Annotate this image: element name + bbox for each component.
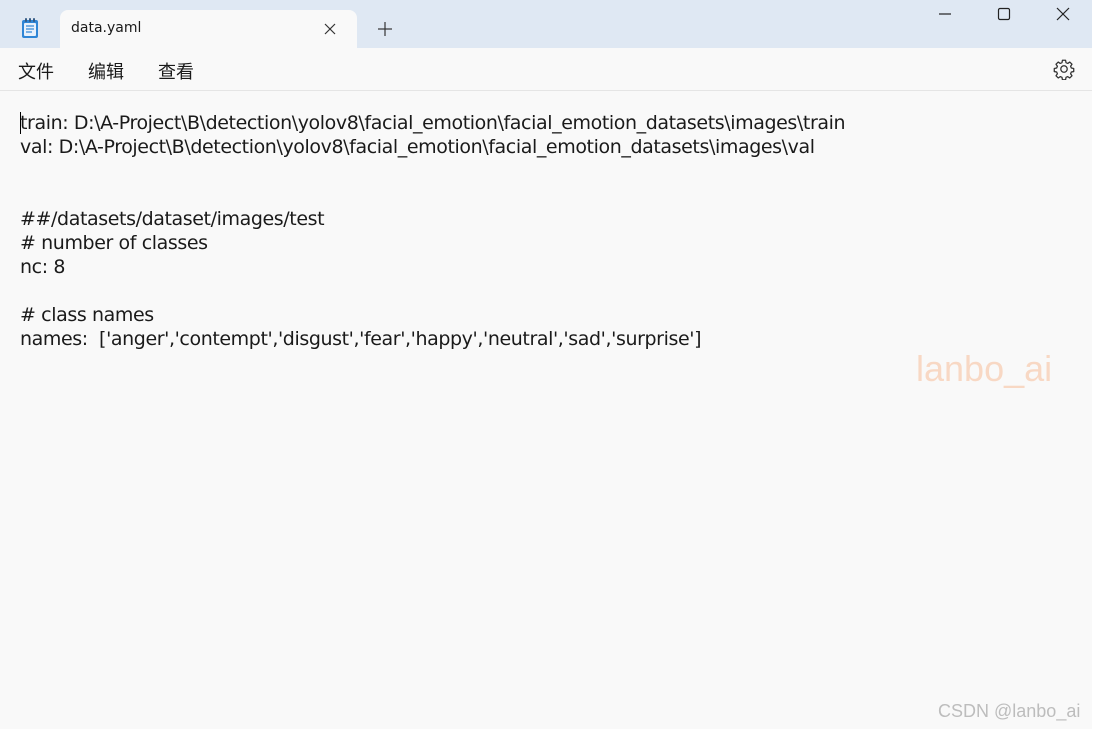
close-window-button[interactable] [1034,0,1092,32]
title-bar[interactable]: data.yaml [0,0,1094,48]
tab-title: data.yaml [71,20,142,36]
menu-file[interactable]: 文件 [18,58,54,84]
text-editor[interactable]: train: D:\A-Project\B\detection\yolov8\f… [0,91,1094,729]
minimize-icon [938,7,952,26]
maximize-button[interactable] [975,0,1033,32]
plus-icon[interactable] [376,20,394,38]
editor-line: names: ['anger','contempt','disgust','fe… [20,328,702,350]
menu-edit[interactable]: 编辑 [88,58,124,84]
menu-view[interactable]: 查看 [158,58,194,84]
minimize-button[interactable] [916,0,974,32]
editor-line: nc: 8 [20,256,66,278]
text-caret [20,112,21,134]
watermark-text: lanbo_ai [916,348,1053,389]
close-icon[interactable] [322,21,338,37]
maximize-icon [997,7,1011,26]
footer-watermark: CSDN @lanbo_ai [938,701,1081,721]
notepad-icon [20,17,40,39]
gear-icon[interactable] [1053,58,1075,81]
notepad-window: data.yaml 文件 编辑 查看 train: D:\A-Project\B… [0,0,1094,729]
editor-line: # number of classes [20,232,208,254]
editor-line: val: D:\A-Project\B\detection\yolov8\fac… [20,136,815,158]
editor-line: # class names [20,304,154,326]
tab-data-yaml[interactable]: data.yaml [60,10,357,48]
close-icon [1056,7,1070,26]
editor-line: ##/datasets/dataset/images/test [20,208,325,230]
editor-line: train: D:\A-Project\B\detection\yolov8\f… [20,112,846,134]
menu-bar: 文件 编辑 查看 [0,48,1094,91]
